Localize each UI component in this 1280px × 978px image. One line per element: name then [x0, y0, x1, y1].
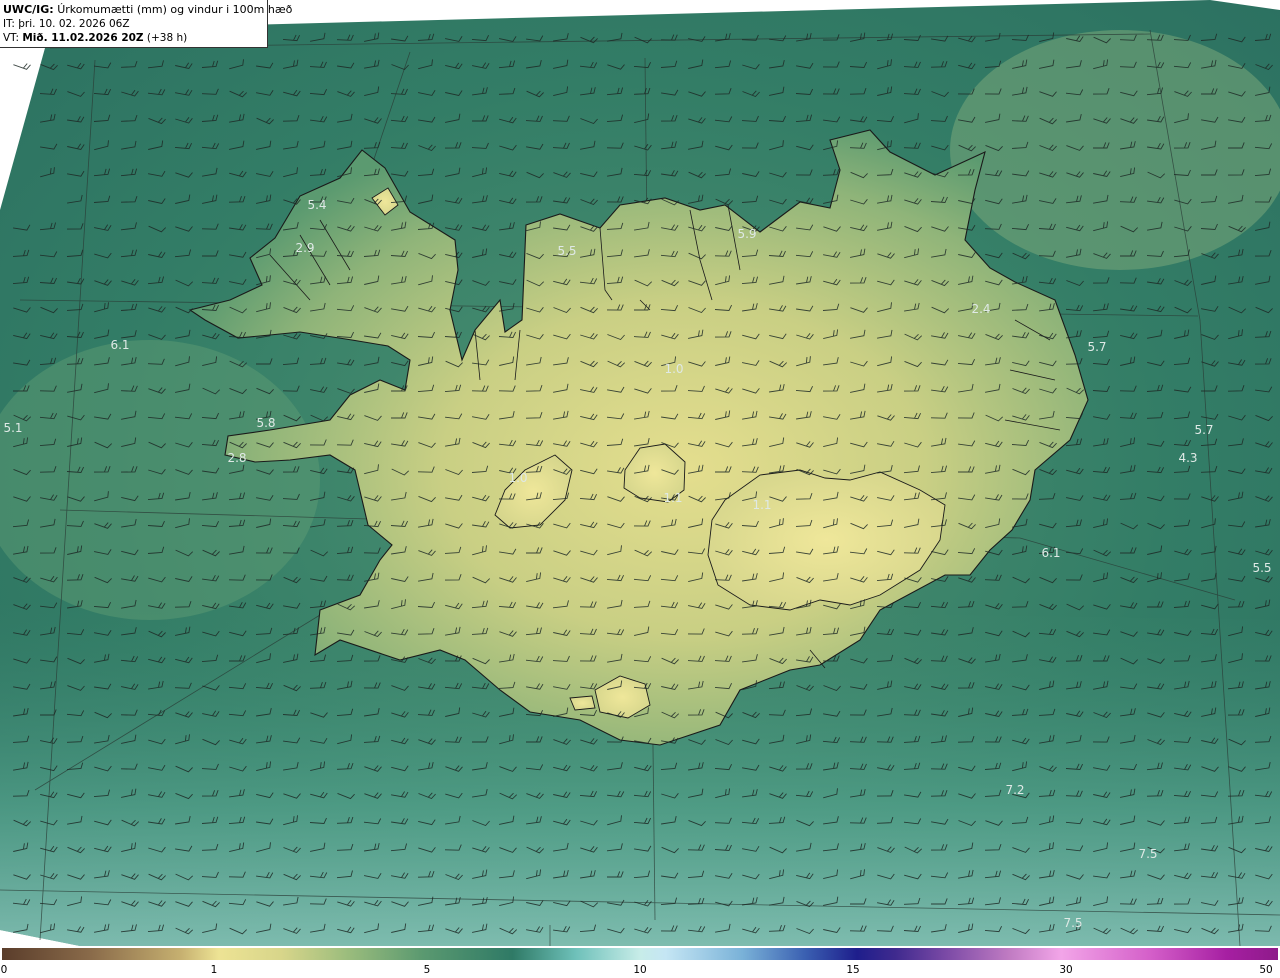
- map-canvas: 5.4 2.9 6.1 5.1 5.8 2.8 5.5 5.9 2.4 5.7 …: [0, 0, 1280, 946]
- valid-time-line: VT: Mið. 11.02.2026 20Z (+38 h): [3, 31, 267, 45]
- colorbar-tick: 50: [1259, 964, 1273, 976]
- map-info-box: UWC/IG: Úrkomumætti (mm) og vindur i 100…: [0, 0, 292, 48]
- value-label: 7.5: [1063, 916, 1082, 930]
- value-label: 6.1: [110, 338, 129, 352]
- colorbar-tick: 5: [423, 964, 431, 976]
- value-label: 5.7: [1087, 340, 1106, 354]
- colorbar-tick: 10: [633, 964, 647, 976]
- value-label: 4.3: [1178, 451, 1197, 465]
- init-time: þri. 10. 02. 2026 06Z: [18, 18, 130, 30]
- value-label: 2.8: [227, 451, 246, 465]
- value-label: 2.4: [971, 302, 990, 316]
- value-label: 1.1: [752, 498, 771, 512]
- colorbar: 0 1 5 10 15 30 50: [0, 946, 1280, 978]
- value-label: 1.0: [508, 471, 527, 485]
- colorbar-tick: 0: [0, 964, 8, 976]
- map-title: Úrkomumætti (mm) og vindur i 100m hæð: [57, 3, 293, 16]
- value-label: 1.0: [664, 362, 683, 376]
- value-label: 7.5: [1138, 847, 1157, 861]
- weather-map: 5.4 2.9 6.1 5.1 5.8 2.8 5.5 5.9 2.4 5.7 …: [0, 0, 1280, 978]
- valid-time: Mið. 11.02.2026 20Z: [22, 32, 144, 44]
- colorbar-tick: 1: [210, 964, 218, 976]
- value-label: 2.9: [295, 241, 314, 255]
- title-line: UWC/IG: Úrkomumætti (mm) og vindur i 100…: [3, 3, 292, 17]
- colorbar-gradient: [2, 948, 1278, 960]
- product-name: UWC/IG:: [3, 3, 54, 16]
- value-label: 5.4: [307, 198, 326, 212]
- value-label: 5.8: [256, 416, 275, 430]
- colorbar-tick: 30: [1059, 964, 1073, 976]
- value-label: 5.1: [3, 421, 22, 435]
- value-label: 5.5: [1252, 561, 1271, 575]
- value-label: 5.7: [1194, 423, 1213, 437]
- eyjafjallajokull: [569, 695, 596, 711]
- colorbar-tick: 15: [846, 964, 860, 976]
- value-label: 7.2: [1005, 783, 1024, 797]
- valid-label: VT:: [3, 32, 19, 44]
- lead-time: (+38 h): [146, 32, 188, 44]
- value-label: 5.5: [557, 244, 576, 258]
- value-label: 5.9: [737, 227, 756, 241]
- init-time-line: IT: þri. 10. 02. 2026 06Z: [3, 17, 267, 31]
- init-label: IT:: [3, 18, 15, 30]
- value-label: 1.1: [663, 491, 682, 505]
- value-label: 6.1: [1041, 546, 1060, 560]
